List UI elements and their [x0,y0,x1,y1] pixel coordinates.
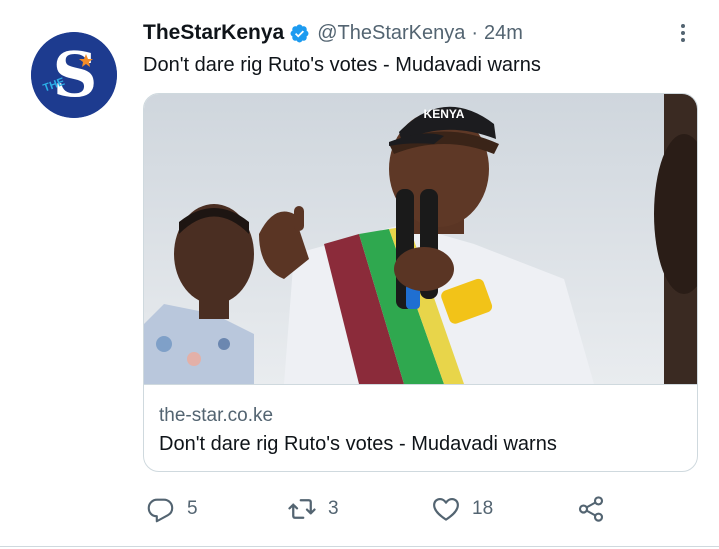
more-vertical-icon[interactable] [664,16,702,50]
retweet-button[interactable]: 3 [286,491,339,527]
link-card[interactable]: KENYA the-star.co.ke Don't dare rig Ruto… [143,93,698,472]
action-bar: 5 3 18 [143,491,663,527]
svg-text:S: S [53,38,98,111]
separator-dot: · [471,21,479,44]
tweet-header: TheStarKenya @TheStarKenya · 24m [143,19,523,47]
retweet-icon [286,493,318,525]
share-icon [575,493,607,525]
heart-icon [430,493,462,525]
card-domain: the-star.co.ke [159,405,274,426]
card-title: Don't dare rig Ruto's votes - Mudavadi w… [159,433,557,455]
reply-icon [145,493,177,525]
avatar[interactable]: S THE [31,32,117,118]
verified-badge-icon [289,23,310,44]
share-button[interactable] [575,491,607,527]
retweet-count: 3 [328,498,339,519]
cap-text: KENYA [424,107,465,121]
tweet-text: Don't dare rig Ruto's votes - Mudavadi w… [143,54,541,76]
card-info[interactable]: the-star.co.ke Don't dare rig Ruto's vot… [144,384,697,471]
like-button[interactable]: 18 [430,491,493,527]
reply-button[interactable]: 5 [145,491,198,527]
bottom-divider [0,546,719,547]
display-name[interactable]: TheStarKenya [143,21,284,45]
news-photo: KENYA [144,94,697,384]
handle[interactable]: @TheStarKenya [317,22,465,45]
card-image[interactable]: KENYA [144,94,697,384]
like-count: 18 [472,498,494,519]
timestamp[interactable]: 24m [484,22,523,45]
star-logo-icon: S THE [31,32,117,118]
tweet[interactable]: S THE TheStarKenya @TheStarKenya · 24m D… [0,0,719,549]
reply-count: 5 [187,498,198,519]
